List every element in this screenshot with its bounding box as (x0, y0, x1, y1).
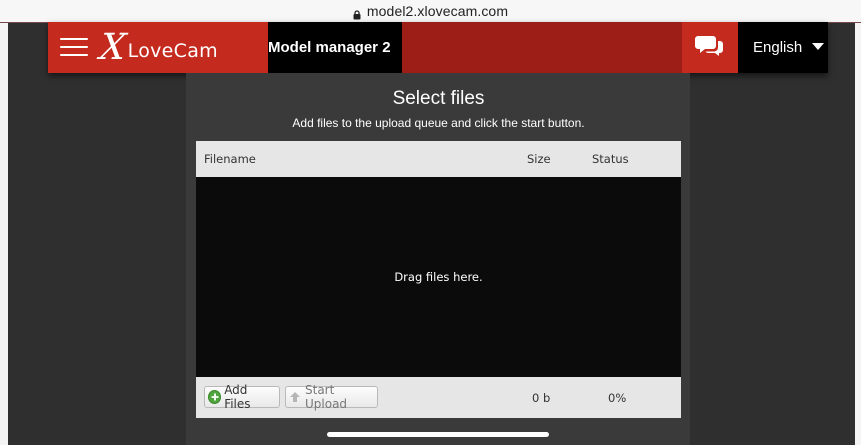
start-upload-label: Start Upload (305, 383, 348, 411)
dropzone-hint: Drag files here. (394, 270, 483, 284)
column-status: Status (592, 152, 629, 166)
chat-bubbles-icon (695, 33, 725, 62)
logo-wordmark: LoveCam (127, 40, 218, 62)
left-gutter (0, 23, 8, 445)
chat-button[interactable] (682, 22, 738, 73)
caret-down-icon (812, 43, 824, 50)
app-header: X LoveCam Model manager 2 English (48, 22, 828, 73)
page-title-text: Model manager 2 (268, 39, 391, 56)
right-gutter (855, 23, 861, 445)
column-filename: Filename (204, 152, 256, 166)
column-size: Size (527, 152, 551, 166)
logo-letter: X (97, 27, 128, 68)
language-label: English (753, 39, 803, 56)
start-upload-button[interactable]: Start Upload (285, 383, 378, 411)
plus-circle-icon (208, 390, 222, 404)
url-text: model2.xlovecam.com (366, 3, 509, 19)
language-selector[interactable]: English (738, 22, 828, 73)
browser-url-bar[interactable]: model2.xlovecam.com (0, 0, 861, 22)
home-indicator[interactable] (327, 432, 549, 437)
uploader-title: Select files (392, 88, 485, 109)
add-files-label: Add Files (224, 383, 251, 411)
brand-logo[interactable]: X LoveCam (97, 27, 218, 68)
total-progress: 0% (608, 391, 627, 405)
file-dropzone[interactable]: Drag files here. (196, 177, 681, 377)
add-files-button[interactable]: Add Files (204, 383, 280, 411)
arrow-up-icon (289, 391, 301, 403)
uploader-subtitle: Add files to the upload queue and click … (292, 116, 585, 130)
lock-icon (353, 7, 361, 20)
hamburger-icon[interactable] (60, 38, 88, 57)
total-size: 0 b (532, 391, 551, 405)
page-title: Model manager 2 (268, 22, 402, 73)
uploader-footer: Add Files Start Upload 0 b 0% (196, 377, 681, 418)
file-table-header: Filename Size Status (196, 141, 681, 177)
